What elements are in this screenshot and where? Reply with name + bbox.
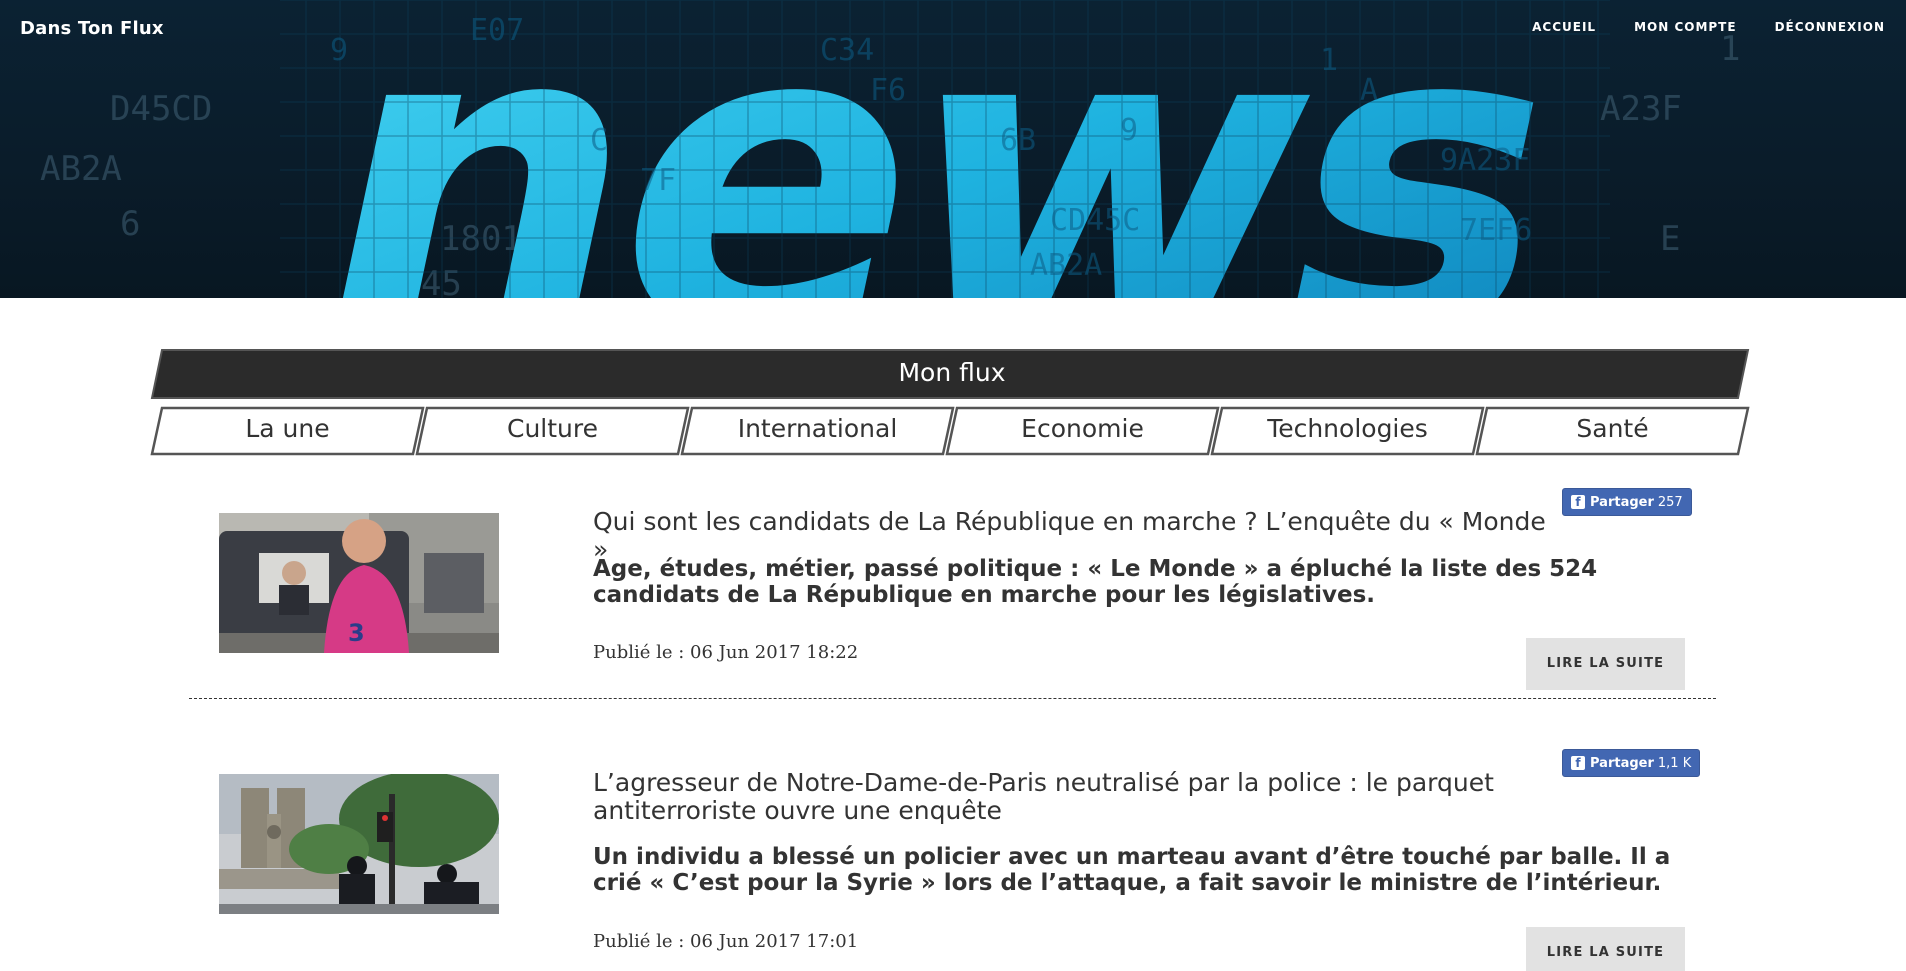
svg-text:C34: C34 <box>820 33 874 68</box>
tab-economie[interactable]: Economie <box>947 406 1218 452</box>
svg-text:3: 3 <box>348 619 365 647</box>
read-more-button[interactable]: LIRE LA SUITE <box>1526 927 1685 971</box>
svg-text:7F: 7F <box>640 163 676 198</box>
article-thumbnail[interactable] <box>219 774 499 914</box>
svg-text:A: A <box>1360 73 1378 108</box>
svg-text:6B: 6B <box>1000 123 1036 158</box>
svg-text:E: E <box>1660 219 1680 259</box>
nav-accueil-link[interactable]: ACCUEIL <box>1532 20 1596 34</box>
svg-text:7EF6: 7EF6 <box>1460 213 1532 248</box>
notre-dame-police-photo <box>219 774 499 914</box>
tab-culture[interactable]: Culture <box>417 406 688 452</box>
svg-text:AB2A: AB2A <box>1030 248 1102 283</box>
share-count: 257 <box>1657 495 1683 510</box>
tab-la-une[interactable]: La une <box>152 406 423 452</box>
svg-text:6: 6 <box>120 204 140 244</box>
article-date: Publié le : 06 Jun 2017 17:01 <box>593 931 859 952</box>
article-divider <box>189 698 1716 699</box>
article-summary: Age, études, métier, passé politique : «… <box>593 556 1598 608</box>
top-navigation: ACCUEIL MON COMPTE DÉCONNEXION <box>1494 20 1885 34</box>
svg-text:C: C <box>590 123 608 158</box>
svg-text:9: 9 <box>1120 113 1138 148</box>
svg-text:AB2A: AB2A <box>40 149 122 189</box>
hero-banner: D45CD AB2A 6 18018F CD45 A23F 1 E news 9… <box>0 0 1906 298</box>
svg-text:D45CD: D45CD <box>110 89 212 129</box>
tab-international[interactable]: International <box>682 406 953 452</box>
article-title[interactable]: L’agresseur de Notre-Dame-de-Paris neutr… <box>593 769 1553 825</box>
mon-flux-tab[interactable]: Mon flux <box>152 348 1752 398</box>
article-summary: Un individu a blessé un policier avec un… <box>593 844 1671 896</box>
site-logo[interactable]: Dans Ton Flux <box>20 18 164 39</box>
facebook-icon: f <box>1571 494 1585 509</box>
facebook-icon: f <box>1571 755 1585 770</box>
facebook-share-button[interactable]: f Partager 257 <box>1562 488 1692 516</box>
tab-technologies[interactable]: Technologies <box>1212 406 1483 452</box>
news-hero-image: D45CD AB2A 6 18018F CD45 A23F 1 E news 9… <box>40 0 1740 298</box>
article-thumbnail[interactable]: 3 <box>219 513 499 653</box>
svg-text:9: 9 <box>330 33 348 68</box>
share-label: Partager <box>1590 756 1654 771</box>
tab-sante[interactable]: Santé <box>1477 406 1748 452</box>
share-count: 1,1 K <box>1657 756 1692 771</box>
nav-mon-compte-link[interactable]: MON COMPTE <box>1634 20 1737 34</box>
article-date: Publié le : 06 Jun 2017 18:22 <box>593 642 859 663</box>
svg-text:1: 1 <box>1320 43 1338 78</box>
share-label: Partager <box>1590 495 1654 510</box>
nav-deconnexion-link[interactable]: DÉCONNEXION <box>1775 20 1885 34</box>
svg-text:1: 1 <box>1720 29 1740 69</box>
category-navigation: Mon flux La une Culture International Ec… <box>150 348 1752 458</box>
svg-text:E07: E07 <box>470 13 524 48</box>
campaign-van-photo: 3 <box>219 513 499 653</box>
svg-text:CD45C: CD45C <box>1050 203 1140 238</box>
svg-text:A23F: A23F <box>1600 89 1682 129</box>
read-more-button[interactable]: LIRE LA SUITE <box>1526 638 1685 690</box>
facebook-share-button[interactable]: f Partager 1,1 K <box>1562 749 1701 777</box>
svg-text:F6: F6 <box>870 73 906 108</box>
svg-text:9A23F: 9A23F <box>1440 143 1530 178</box>
